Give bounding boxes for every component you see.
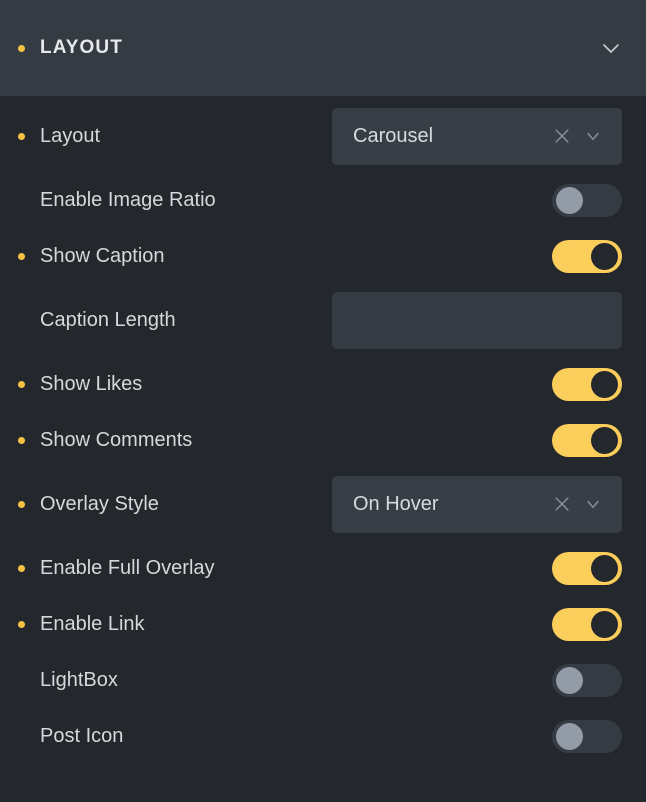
setting-row-show-likes: Show Likes [0,356,646,412]
toggle-enable-image-ratio[interactable] [552,183,622,217]
row-label: Show Caption [40,244,165,267]
setting-row-show-caption: Show Caption [0,228,646,284]
setting-row-enable-link: Enable Link [0,596,646,652]
row-label: Enable Full Overlay [40,556,215,579]
toggle-knob [556,722,583,750]
row-dot-slot [18,252,25,260]
toggle-knob [591,554,618,582]
row-dot-slot [18,380,25,388]
row-status-dot [18,436,25,444]
row-label: Show Likes [40,372,143,395]
row-label: Overlay Style [40,492,159,515]
row-status-dot [18,132,25,140]
row-control [552,239,622,273]
select-value: On Hover [353,492,439,515]
row-status-dot [18,620,25,628]
row-dot-slot [18,436,25,444]
row-label: Layout [40,124,101,147]
row-label: Show Comments [40,428,193,451]
row-control [552,719,622,753]
select-layout[interactable]: Carousel [332,107,622,165]
close-icon[interactable] [551,493,573,515]
toggle-enable-full-overlay[interactable] [552,551,622,585]
toggle-show-caption[interactable] [552,239,622,273]
toggle-knob [591,610,618,638]
toggle-enable-link[interactable] [552,607,622,641]
section-header-layout[interactable]: LAYOUT [0,0,646,96]
select-value: Carousel [353,124,434,147]
toggle-lightbox[interactable] [552,663,622,697]
row-control [552,183,622,217]
row-control [552,607,622,641]
setting-row-enable-image-ratio: Enable Image Ratio [0,172,646,228]
row-status-dot [18,252,25,260]
row-dot-slot [18,564,25,572]
setting-row-show-comments: Show Comments [0,412,646,468]
row-dot-slot [18,132,25,140]
close-icon[interactable] [551,125,573,147]
toggle-post-icon[interactable] [552,719,622,753]
row-dot-slot [18,620,25,628]
toggle-knob [591,242,618,270]
toggle-knob [556,186,583,214]
row-label: Enable Image Ratio [40,188,216,211]
row-label: Post Icon [40,724,124,747]
row-status-dot [18,380,25,388]
row-status-dot [18,500,25,508]
chevron-down-icon[interactable] [598,35,624,61]
row-status-dot [18,564,25,572]
setting-row-overlay-style: Overlay Style On Hover [0,468,646,540]
row-label: Caption Length [40,308,176,331]
select-icons [551,125,604,147]
toggle-show-comments[interactable] [552,423,622,457]
toggle-show-likes[interactable] [552,367,622,401]
toggle-knob [591,426,618,454]
row-control [552,367,622,401]
row-control: On Hover [332,475,622,533]
section-title: LAYOUT [40,37,123,58]
input-caption-length[interactable] [332,291,622,349]
settings-rows: Layout Carousel Enable Image Ratio Show Cap… [0,96,646,764]
setting-row-enable-full-overlay: Enable Full Overlay [0,540,646,596]
row-control [552,551,622,585]
setting-row-layout: Layout Carousel [0,100,646,172]
row-control [552,423,622,457]
select-icons [551,493,604,515]
toggle-knob [556,666,583,694]
setting-row-caption-length: Caption Length [0,284,646,356]
row-label: Enable Link [40,612,145,635]
row-control [332,291,622,349]
chevron-down-icon[interactable] [582,493,604,515]
setting-row-post-icon: Post Icon [0,708,646,764]
row-label: LightBox [40,668,118,691]
select-overlay-style[interactable]: On Hover [332,475,622,533]
toggle-knob [591,370,618,398]
chevron-down-icon[interactable] [582,125,604,147]
row-control [552,663,622,697]
row-dot-slot [18,500,25,508]
layout-settings-panel: LAYOUT Layout Carousel Enable Image Ratio S… [0,0,646,802]
setting-row-lightbox: LightBox [0,652,646,708]
row-control: Carousel [332,107,622,165]
section-status-dot [18,44,25,52]
